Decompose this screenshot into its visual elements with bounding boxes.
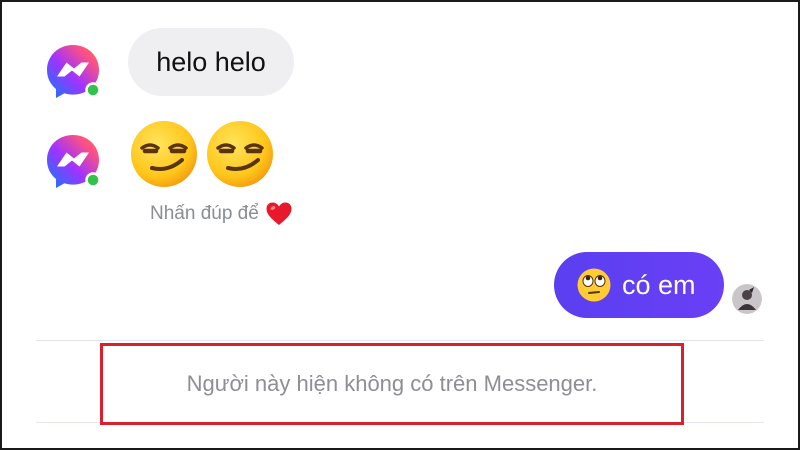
incoming-message-bubble[interactable]: helo helo (128, 28, 294, 96)
seen-indicator-avatar (732, 284, 762, 314)
face-with-rolling-eyes-icon (577, 268, 611, 302)
message-text: có em (622, 269, 696, 300)
smirking-face-icon (131, 121, 197, 187)
double-tap-hint: Nhấn đúp để (150, 200, 293, 228)
messenger-logo-icon (47, 45, 101, 98)
contact-avatar[interactable] (44, 42, 102, 100)
highlight-box (100, 343, 684, 425)
incoming-emoji-message[interactable] (128, 118, 276, 190)
messenger-logo-icon (47, 135, 101, 188)
heart-icon (266, 202, 292, 225)
message-text: helo helo (156, 46, 266, 77)
user-avatar-icon (732, 284, 762, 314)
smirking-face-icon (207, 121, 273, 187)
outgoing-message-bubble[interactable]: có em (554, 252, 724, 318)
contact-avatar[interactable] (44, 132, 102, 190)
divider-top (36, 340, 764, 341)
double-tap-hint-text: Nhấn đúp để (150, 203, 259, 224)
